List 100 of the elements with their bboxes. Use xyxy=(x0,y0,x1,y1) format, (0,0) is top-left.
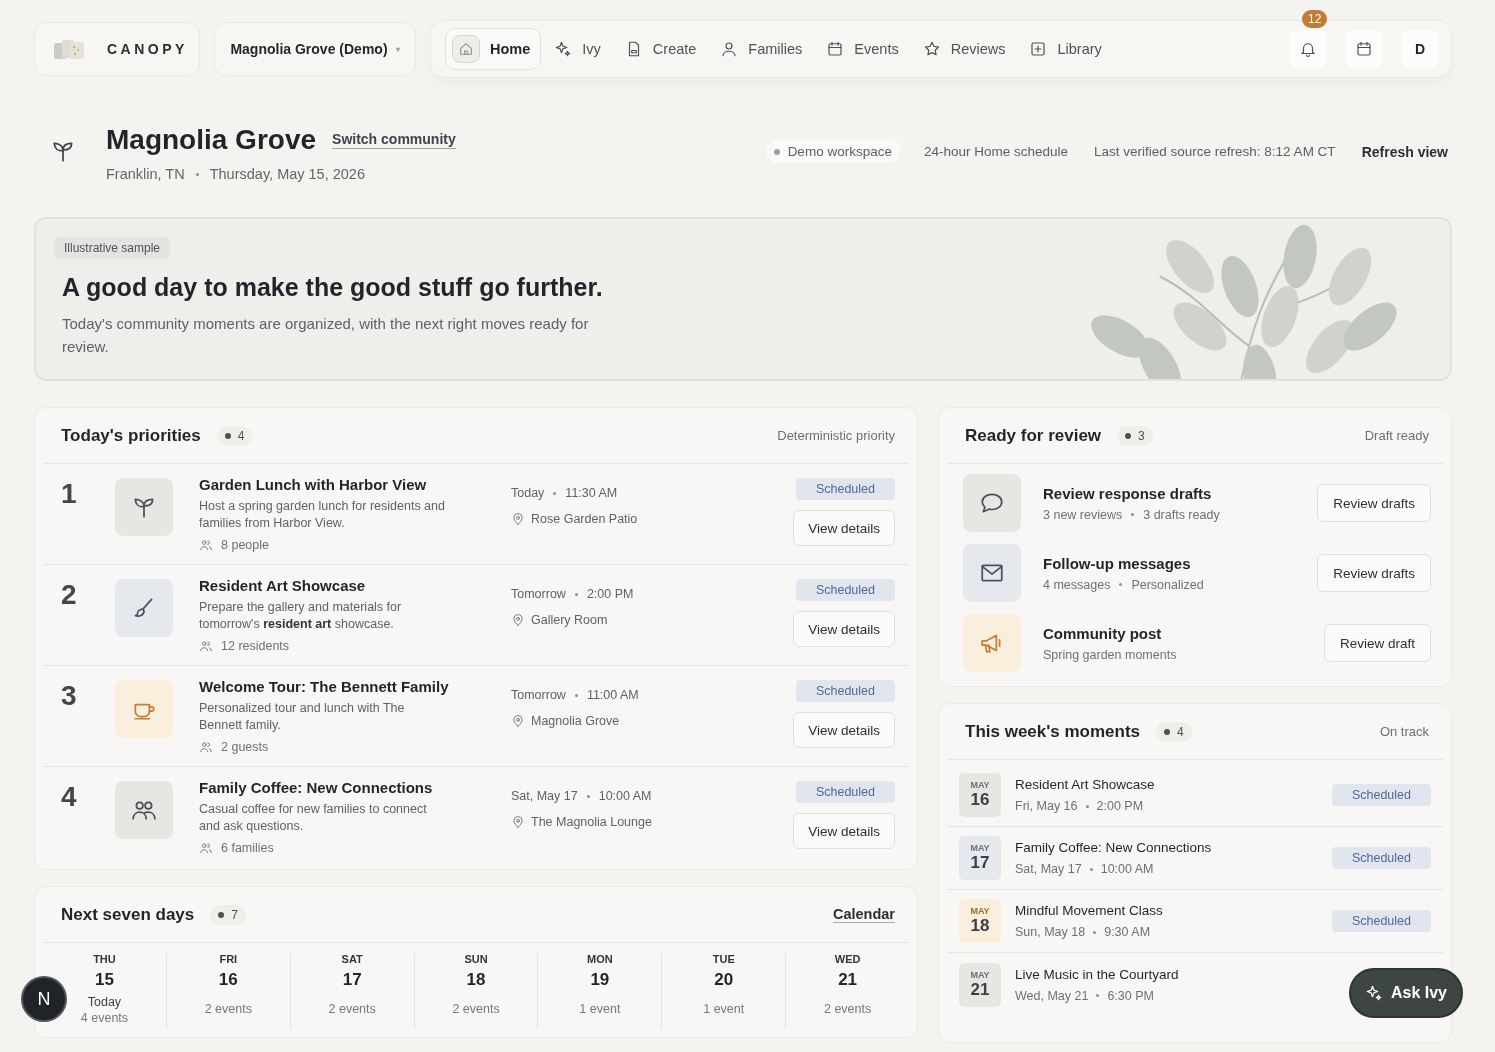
item-description: Personalized tour and lunch with The Bennett family. xyxy=(199,700,406,734)
review-button[interactable]: Review drafts xyxy=(1317,554,1431,592)
count-pill: 4 xyxy=(1156,721,1192,742)
nav-tab[interactable]: Reviews xyxy=(911,28,1017,70)
bell-icon xyxy=(1299,40,1317,58)
time-text: 10:00 AM xyxy=(598,789,652,803)
schedule-text: 24-hour Home schedule xyxy=(923,144,1068,159)
view-details-button[interactable]: View details xyxy=(793,510,895,546)
location-text: Franklin, TN xyxy=(106,166,185,182)
event-count: 2 events xyxy=(204,1002,252,1016)
card-title: This week's moments xyxy=(965,721,1141,742)
date-number: 20 xyxy=(714,970,734,990)
location-text: The Magnolia Lounge xyxy=(531,815,652,829)
detail-text: Spring garden moments xyxy=(1043,647,1177,662)
time-text: 11:30 AM xyxy=(565,486,618,500)
nav-tab[interactable]: Library xyxy=(1018,28,1113,70)
refresh-view-button[interactable]: Refresh view xyxy=(1361,143,1448,160)
status-badge: Scheduled xyxy=(795,478,895,500)
star-icon xyxy=(922,40,941,58)
status-badge: Scheduled xyxy=(795,579,895,601)
avatar-button[interactable]: D xyxy=(1401,30,1439,68)
item-title: Community post xyxy=(1043,624,1163,642)
day-text: Tomorrow xyxy=(511,688,566,702)
location-text: Magnolia Grove xyxy=(531,714,620,728)
pin-icon xyxy=(511,815,525,829)
view-details-button[interactable]: View details xyxy=(793,712,895,748)
home-icon xyxy=(452,35,480,63)
event-count: 2 events xyxy=(452,1002,500,1016)
rank-number: 3 xyxy=(61,680,78,712)
review-button[interactable]: Review draft xyxy=(1323,624,1431,662)
workspace-chip: Demo workspace xyxy=(765,140,900,163)
event-count: 1 event xyxy=(579,1002,621,1016)
logo-icon xyxy=(53,37,87,61)
page-title: Magnolia Grove xyxy=(106,124,317,156)
view-details-button[interactable]: View details xyxy=(793,611,895,647)
day-text: Today xyxy=(511,486,545,500)
date-number: 18 xyxy=(466,970,486,990)
item-description: Casual coffee for new families to connect and ask questions. xyxy=(199,801,428,835)
day-number: 21 xyxy=(970,979,990,1000)
detail-text: Personalized xyxy=(1131,577,1204,592)
status-badge: Scheduled xyxy=(1331,910,1431,932)
day-text: Sat, May 17 xyxy=(511,789,578,803)
month-label: MAY xyxy=(970,969,990,980)
event-title: Mindful Movement Class xyxy=(1015,903,1163,918)
card-title: Today's priorities xyxy=(61,425,201,446)
audience-text: 12 residents xyxy=(221,639,290,653)
today-label: Today xyxy=(87,995,122,1009)
location-text: Gallery Room xyxy=(531,613,608,627)
item-description: Host a spring garden lunch for residents and families from Harbor View. xyxy=(199,498,446,532)
switch-community-link[interactable]: Switch community xyxy=(332,131,456,149)
item-title: Follow-up messages xyxy=(1043,554,1192,572)
weekday-label: TUE xyxy=(712,953,735,965)
detail-text: 3 new reviews xyxy=(1043,507,1123,522)
date-number: 17 xyxy=(342,970,362,990)
card-note: Draft ready xyxy=(1364,428,1429,443)
rank-number: 4 xyxy=(61,781,78,813)
refresh-info: Last verified source refresh: 8:12 AM CT xyxy=(1094,144,1336,159)
hero-headline: A good day to make the good stuff go further. xyxy=(62,273,604,302)
nav-tab[interactable]: Home xyxy=(445,28,542,70)
calendar-link[interactable]: Calendar xyxy=(832,906,895,923)
pin-icon xyxy=(511,714,525,728)
time-text: 10:00 AM xyxy=(1100,862,1154,876)
weekday-label: SUN xyxy=(464,953,488,965)
pin-icon xyxy=(511,613,525,627)
review-button[interactable]: Review drafts xyxy=(1317,484,1431,522)
status-badge: Scheduled xyxy=(795,781,895,803)
nav-tab[interactable]: Create xyxy=(613,28,708,70)
date-text: Sun, May 18 xyxy=(1015,925,1086,939)
nav-tab[interactable]: Events xyxy=(815,28,910,70)
community-dropdown[interactable]: Magnolia Grove (Demo) ▾ xyxy=(214,22,416,76)
view-details-button[interactable]: View details xyxy=(793,813,895,849)
weekday-label: MON xyxy=(587,953,613,965)
day-number: 17 xyxy=(970,853,990,873)
detail-text: 3 drafts ready xyxy=(1143,507,1220,522)
item-title: Family Coffee: New Connections xyxy=(199,779,434,796)
location-text: Rose Garden Patio xyxy=(531,512,638,526)
caret-icon: ▾ xyxy=(395,44,400,54)
count-pill: 7 xyxy=(210,904,246,925)
sparkle-icon xyxy=(554,40,573,58)
month-label: MAY xyxy=(970,780,990,790)
count-pill: 3 xyxy=(1117,425,1153,446)
dev-indicator[interactable]: N xyxy=(21,976,67,1022)
event-count: 2 events xyxy=(328,1002,376,1016)
date-number: 15 xyxy=(94,970,114,990)
item-title: Garden Lunch with Harbor View xyxy=(199,476,428,493)
nav-tab[interactable]: Ivy xyxy=(543,28,612,70)
calendar-button[interactable] xyxy=(1345,30,1383,68)
calendar-icon xyxy=(1355,40,1373,58)
weekday-label: FRI xyxy=(219,953,238,965)
item-title: Welcome Tour: The Bennett Family xyxy=(199,678,450,695)
nav-tab[interactable]: Families xyxy=(709,28,814,70)
calendar-icon xyxy=(826,40,845,58)
time-text: 11:00 AM xyxy=(586,688,639,702)
ask-ivy-button[interactable]: Ask Ivy xyxy=(1349,968,1463,1018)
day-text: Tomorrow xyxy=(511,587,566,601)
month-label: MAY xyxy=(970,906,990,916)
notifications-button[interactable] xyxy=(1289,30,1327,68)
status-badge: Scheduled xyxy=(1331,847,1431,869)
count-pill: 4 xyxy=(216,425,253,446)
date-number: 19 xyxy=(590,970,610,990)
